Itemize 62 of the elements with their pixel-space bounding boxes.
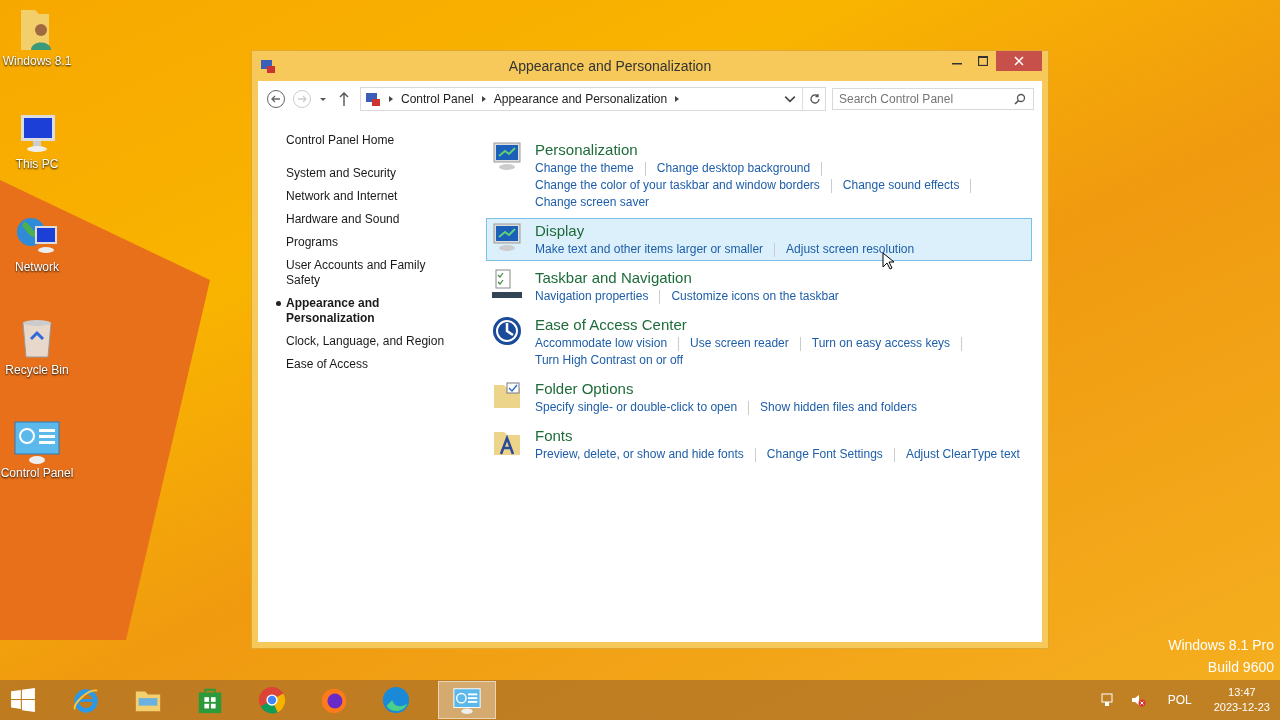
task-link[interactable]: Change sound effects	[842, 177, 960, 194]
edition-text: Windows 8.1 Pro	[1168, 636, 1274, 655]
monitor-icon[interactable]	[491, 221, 523, 253]
mouse-pointer-icon	[882, 252, 894, 270]
task-link[interactable]: Specify single- or double-click to open	[535, 399, 738, 416]
category-item[interactable]: Personalization Change the theme Change desktop background Change the color of your taskbar and window borders Change sound effects Change screen saver	[486, 137, 1032, 214]
category-heading[interactable]: Ease of Access Center	[535, 315, 974, 335]
chevron-right-icon[interactable]	[387, 95, 395, 103]
category-item[interactable]: Fonts Preview, delete, or show and hide fonts Change Font Settings Adjust ClearType text	[486, 423, 1032, 466]
sidebar-link[interactable]: Control Panel Home	[286, 133, 472, 148]
chevron-down-icon[interactable]	[784, 93, 796, 105]
sidebar-item[interactable]: System and Security	[286, 166, 446, 181]
task-link[interactable]: Show hidden files and folders	[760, 399, 917, 416]
task-link[interactable]: Adjust screen resolution	[786, 241, 915, 258]
sidebar-item[interactable]: Ease of Access	[286, 357, 446, 372]
task-link[interactable]: Make text and other items larger or smaller	[535, 241, 764, 258]
task-link[interactable]: Navigation properties	[535, 288, 649, 305]
address-bar[interactable]: Control Panel Appearance and Personalization	[360, 87, 826, 111]
category-heading[interactable]: Fonts	[535, 426, 1024, 446]
task-link[interactable]: Change the color of your taskbar and window borders	[535, 177, 820, 194]
category-item[interactable]: Ease of Access Center Accommodate low vision Use screen reader Turn on easy access keys Turn High Contrast on or off	[486, 312, 1032, 372]
close-icon[interactable]	[1014, 56, 1024, 66]
category-heading[interactable]: Folder Options	[535, 379, 921, 399]
category-heading[interactable]: Personalization	[535, 140, 983, 160]
chevron-right-icon[interactable]	[479, 95, 488, 103]
monitor-icon[interactable]	[491, 140, 523, 172]
search-field[interactable]: Search Control Panel	[832, 88, 1034, 110]
task-link[interactable]: Change desktop background	[656, 160, 811, 177]
edition-text: Build 9600	[1207, 658, 1274, 677]
refresh-icon[interactable]	[809, 93, 821, 105]
task-link[interactable]: Preview, delete, or show and hide fonts	[535, 446, 744, 463]
task-link[interactable]: Change screen saver	[535, 194, 650, 211]
task-link[interactable]: Change Font Settings	[766, 446, 883, 463]
folder-icon[interactable]	[491, 379, 523, 411]
sidebar-item[interactable]: User Accounts and Family Safety	[286, 258, 446, 288]
category-heading[interactable]: Display	[535, 221, 919, 241]
breadcrumb-item[interactable]: Control Panel	[401, 92, 474, 106]
category-item[interactable]: Taskbar and Navigation Navigation properties Customize icons on the taskbar	[486, 265, 1032, 308]
sidebar-item[interactable]: Hardware and Sound	[286, 212, 446, 227]
windows-logo-icon[interactable]	[10, 687, 36, 713]
task-link[interactable]: Change the theme	[535, 160, 634, 177]
breadcrumb-item[interactable]: Appearance and Personalization	[493, 92, 668, 106]
network-icon[interactable]	[1099, 692, 1116, 708]
checklist-icon[interactable]	[491, 268, 523, 300]
sidebar-item[interactable]: Network and Internet	[286, 189, 446, 204]
maximize-icon[interactable]	[978, 56, 988, 66]
search-icon[interactable]	[1014, 93, 1026, 105]
bullet-icon	[275, 301, 281, 306]
category-item[interactable]: Folder Options Specify single- or double-click to open Show hidden files and folders	[486, 376, 1032, 419]
category-item[interactable]: Display Make text and other items larger or smaller Adjust screen resolution	[486, 218, 1032, 261]
category-heading[interactable]: Taskbar and Navigation	[535, 268, 843, 288]
task-link[interactable]: Adjust ClearType text	[905, 446, 1020, 463]
task-link[interactable]: Turn on easy access keys	[811, 335, 951, 352]
window-title: Appearance and Personalization	[507, 58, 713, 74]
task-link[interactable]: Accommodate low vision	[535, 335, 668, 352]
sidebar-item[interactable]: Programs	[286, 235, 446, 250]
task-link[interactable]: Use screen reader	[690, 335, 789, 352]
task-link[interactable]: Turn High Contrast on or off	[535, 352, 684, 369]
sidebar-item[interactable]: Appearance and Personalization	[286, 296, 446, 326]
task-link[interactable]: Customize icons on the taskbar	[671, 288, 839, 305]
speaker-muted-icon[interactable]	[1129, 692, 1146, 708]
sidebar-item[interactable]: Clock, Language, and Region	[286, 334, 446, 349]
